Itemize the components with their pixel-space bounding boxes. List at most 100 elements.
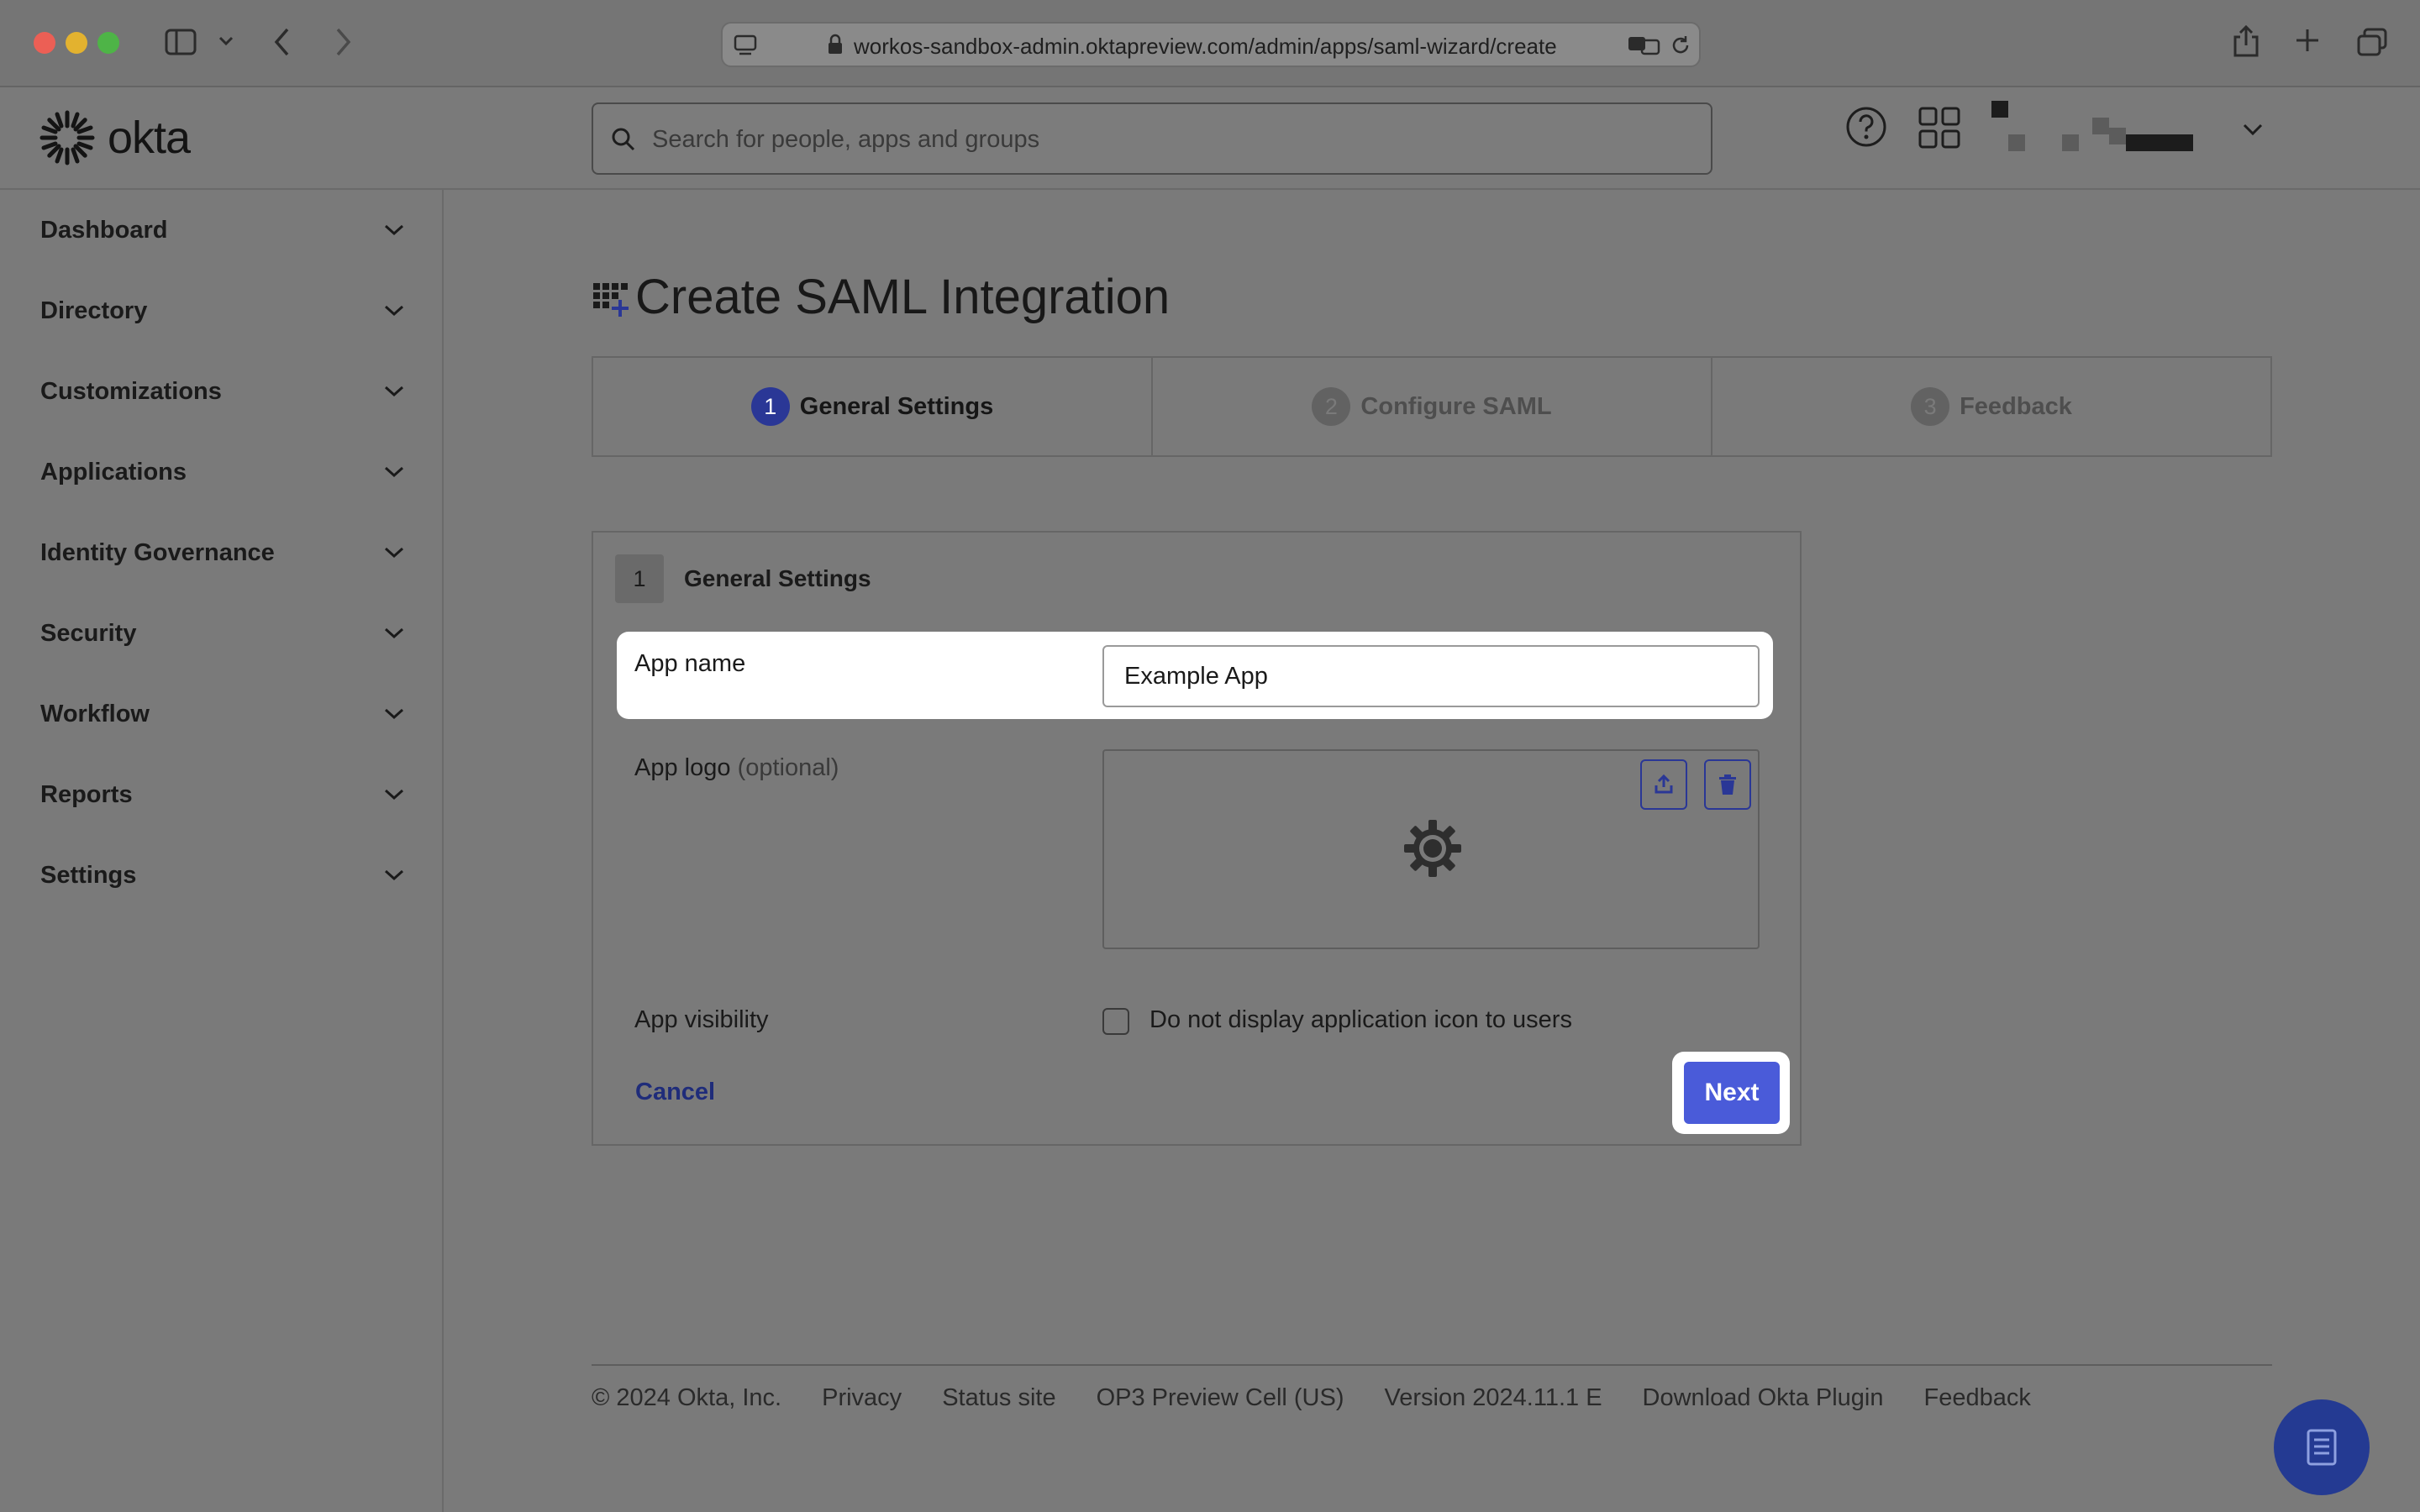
sidebar-item-label: Reports	[40, 780, 133, 808]
redacted-avatar	[1991, 101, 2008, 118]
sidebar-item-reports[interactable]: Reports	[0, 754, 442, 835]
site-info-icon[interactable]	[733, 34, 758, 57]
search-input[interactable]: Search for people, apps and groups	[592, 102, 1712, 175]
app-logo-dropzone[interactable]	[1102, 749, 1760, 949]
sidebar-item-settings[interactable]: Settings	[0, 835, 442, 916]
section-header: 1 General Settings	[615, 554, 871, 603]
sidebar-item-label: Security	[40, 619, 137, 647]
url-text: workos-sandbox-admin.oktapreview.com/adm…	[854, 34, 1557, 59]
chevron-right-icon[interactable]	[333, 27, 353, 57]
sidebar-icon[interactable]	[165, 29, 197, 55]
page-header: Create SAML Integration	[592, 269, 1170, 325]
share-icon[interactable]	[2232, 24, 2260, 59]
step-label: Feedback	[1960, 392, 2072, 420]
app-name-label: App name	[634, 650, 746, 677]
upload-icon	[1655, 774, 1673, 794]
next-button[interactable]: Next	[1684, 1062, 1780, 1124]
footer-divider	[592, 1364, 2272, 1366]
step-label: Configure SAML	[1360, 392, 1552, 420]
footer-version: Version 2024.11.1 E	[1384, 1384, 1602, 1411]
help-icon[interactable]	[1845, 106, 1887, 148]
chevron-down-icon	[384, 627, 404, 639]
okta-sunburst-icon	[39, 110, 95, 165]
minimize-window-button[interactable]	[66, 32, 87, 54]
footer-feedback-link[interactable]: Feedback	[1924, 1384, 2031, 1412]
sidebar-item-label: Applications	[40, 458, 187, 486]
sidebar-item-dashboard[interactable]: Dashboard	[0, 190, 442, 270]
footer-privacy-link[interactable]: Privacy	[822, 1384, 902, 1412]
reload-icon[interactable]	[1669, 34, 1692, 57]
sidebar-item-security[interactable]: Security	[0, 593, 442, 674]
step-number: 3	[1911, 387, 1950, 426]
delete-logo-button[interactable]	[1704, 759, 1751, 810]
okta-logo-text: okta	[108, 113, 191, 163]
app-logo-label: App logo (optional)	[634, 754, 839, 782]
page-title: Create SAML Integration	[635, 270, 1171, 324]
search-placeholder: Search for people, apps and groups	[652, 126, 1040, 153]
app-name-input[interactable]: Example App	[1102, 645, 1760, 707]
zoom-window-button[interactable]	[97, 32, 119, 54]
translate-icon[interactable]	[1627, 34, 1660, 57]
sidebar-item-customizations[interactable]: Customizations	[0, 351, 442, 432]
chevron-down-icon[interactable]	[2242, 123, 2264, 138]
wizard-steps: 1 General Settings 2 Configure SAML 3 Fe…	[592, 356, 2272, 457]
trash-icon	[1719, 774, 1736, 795]
section-title: General Settings	[684, 565, 871, 591]
section-number: 1	[615, 554, 664, 603]
chevron-down-icon	[384, 789, 404, 801]
sidebar-item-label: Dashboard	[40, 216, 168, 244]
footer-status-link[interactable]: Status site	[942, 1384, 1055, 1412]
tabs-overview-icon[interactable]	[2356, 27, 2388, 57]
sidebar-item-label: Workflow	[40, 700, 150, 727]
step-general-settings: 1 General Settings	[593, 358, 1153, 455]
add-app-icon	[593, 282, 629, 317]
search-icon	[610, 126, 637, 153]
chevron-left-icon[interactable]	[272, 27, 292, 57]
sidebar-item-label: Settings	[40, 861, 137, 889]
redacted-name	[2109, 128, 2126, 144]
sidebar-item-label: Customizations	[40, 377, 222, 405]
footer-plugin-link[interactable]: Download Okta Plugin	[1643, 1384, 1884, 1412]
redacted-name	[2062, 134, 2079, 151]
sidebar-item-label: Directory	[40, 297, 148, 324]
app-header: okta Search for people, apps and groups	[0, 89, 2420, 190]
chevron-down-icon	[384, 305, 404, 317]
redacted-avatar	[2008, 134, 2025, 151]
chevron-down-icon[interactable]	[218, 35, 234, 47]
step-configure-saml: 2 Configure SAML	[1153, 358, 1712, 455]
hide-icon-checkbox-label[interactable]: Do not display application icon to users	[1150, 1006, 1572, 1034]
sidebar-item-directory[interactable]: Directory	[0, 270, 442, 351]
gear-icon	[1402, 818, 1463, 879]
upload-logo-button[interactable]	[1640, 759, 1687, 810]
browser-toolbar: workos-sandbox-admin.oktapreview.com/adm…	[0, 0, 2420, 87]
chevron-down-icon	[384, 547, 404, 559]
sidebar-item-workflow[interactable]: Workflow	[0, 674, 442, 754]
sidebar-item-applications[interactable]: Applications	[0, 432, 442, 512]
sidebar-item-identity-governance[interactable]: Identity Governance	[0, 512, 442, 593]
sidebar-item-label: Identity Governance	[40, 538, 275, 566]
sidebar-nav: Dashboard Directory Customizations Appli…	[0, 190, 444, 1512]
close-window-button[interactable]	[34, 32, 55, 54]
step-feedback: 3 Feedback	[1712, 358, 2270, 455]
grid-icon[interactable]	[1918, 106, 1961, 150]
step-number: 1	[750, 387, 790, 426]
app-logo-label-text: App logo	[634, 754, 731, 781]
document-icon	[2307, 1429, 2337, 1466]
plus-icon[interactable]	[2294, 27, 2321, 54]
step-number: 2	[1312, 387, 1351, 426]
chevron-down-icon	[384, 224, 404, 236]
step-label: General Settings	[799, 392, 994, 420]
redacted-name	[2126, 134, 2193, 151]
footer-copyright: © 2024 Okta, Inc.	[592, 1384, 782, 1411]
okta-logo[interactable]: okta	[39, 109, 191, 166]
help-widget-button[interactable]	[2274, 1399, 2370, 1495]
lock-icon	[827, 34, 844, 55]
chevron-down-icon	[384, 466, 404, 478]
address-bar[interactable]: workos-sandbox-admin.oktapreview.com/adm…	[721, 22, 1701, 67]
chevron-down-icon	[384, 386, 404, 397]
cancel-button[interactable]: Cancel	[635, 1079, 715, 1106]
footer: © 2024 Okta, Inc. Privacy Status site OP…	[592, 1384, 2031, 1412]
footer-cell: OP3 Preview Cell (US)	[1096, 1384, 1344, 1411]
chevron-down-icon	[384, 708, 404, 720]
hide-icon-checkbox[interactable]	[1102, 1008, 1129, 1035]
